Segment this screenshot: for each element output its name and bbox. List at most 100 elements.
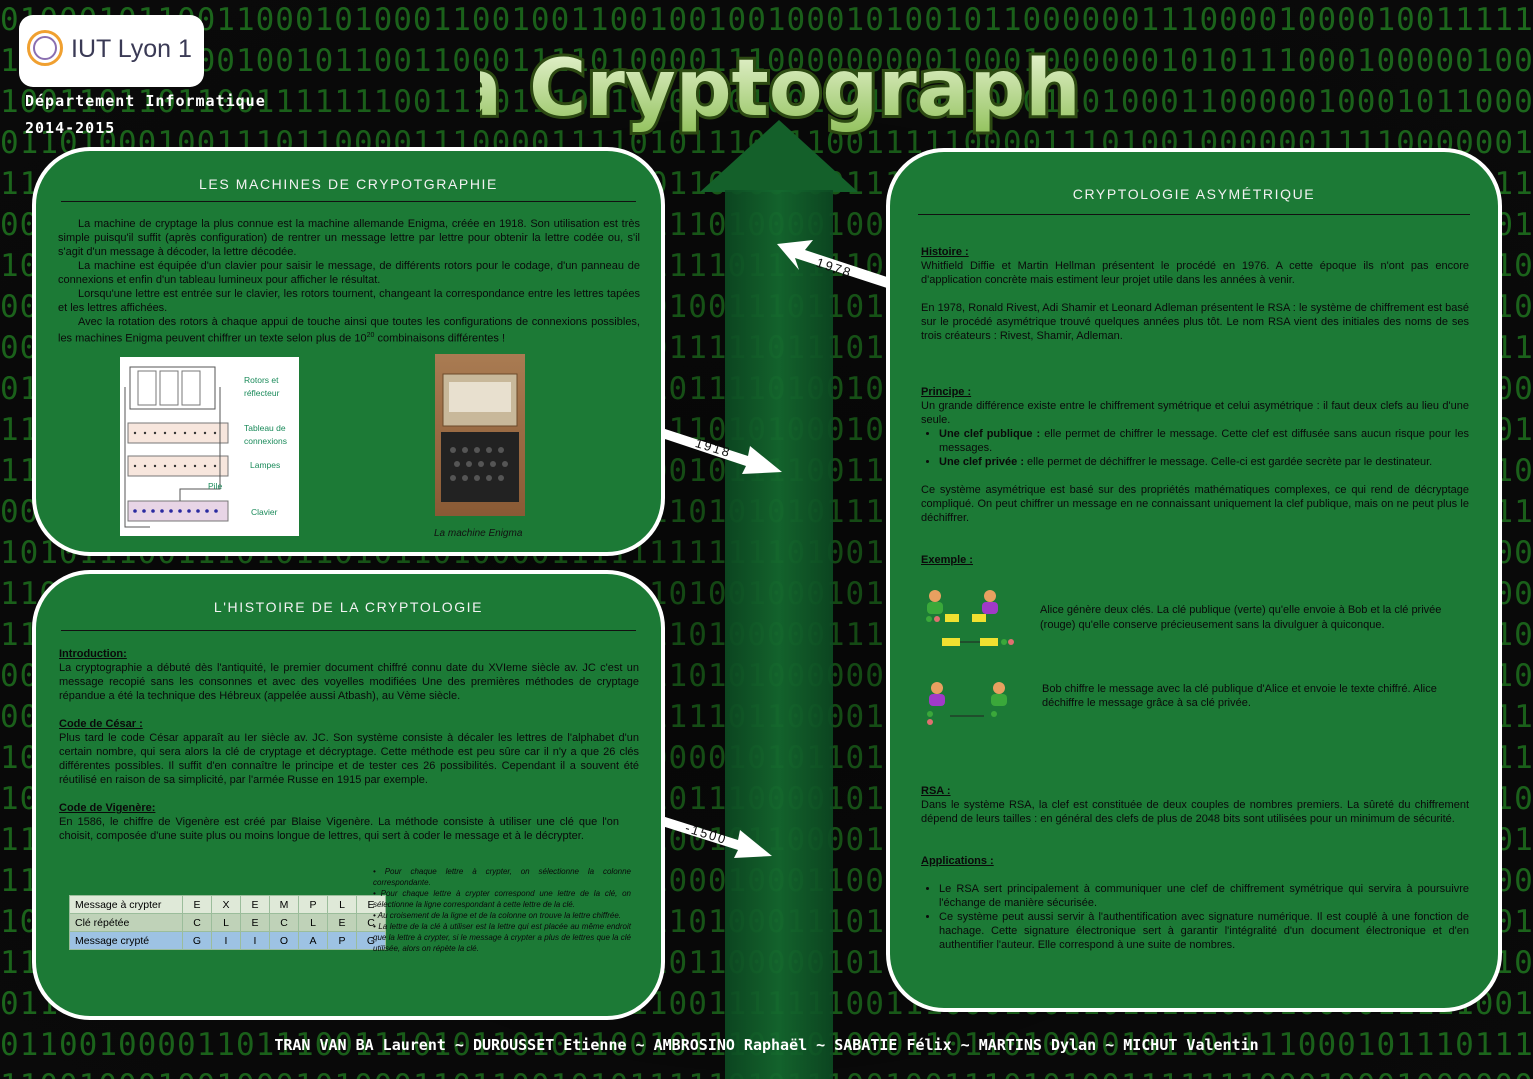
table-row: Message crypté G I I O A P G — [69, 931, 386, 950]
diagram-label-rotors1: Rotors et — [244, 375, 279, 385]
department-label: Département Informatique — [25, 92, 266, 110]
enigma-caption: La machine Enigma — [434, 528, 523, 539]
enigma-diagram: Rotors et réflecteur Tableau de connexio… — [120, 357, 299, 536]
poster-title: La Cryptographie La Cryptographie — [480, 41, 1080, 137]
asym-principe-text: Un grande différence existe entre le chi… — [921, 400, 1469, 426]
table-row-label: Message crypté — [69, 931, 183, 950]
table-row: Message à crypter E X E M P L E — [69, 895, 386, 914]
table-cell: I — [211, 931, 241, 950]
vigenere-notes: • Pour chaque lettre à crypter, on sélec… — [373, 867, 632, 953]
note-item: La lettre de la clé à utiliser est la le… — [373, 922, 631, 953]
diagram-label-tableau2: connexions — [244, 436, 287, 446]
intro-heading: Introduction: — [59, 648, 127, 660]
table-cell: M — [269, 895, 299, 914]
table-cell: I — [240, 931, 270, 950]
arrow-m1500: -1500 — [662, 816, 772, 858]
machines-p4: Avec la rotation des rotors à chaque app… — [58, 315, 640, 346]
enigma-photo-svg — [441, 373, 519, 502]
asym-principe-heading: Principe : — [921, 386, 972, 398]
machines-p1: La machine de cryptage la plus connue es… — [58, 218, 640, 258]
note-item: Pour chaque lettre à crypter, on sélecti… — [373, 867, 631, 887]
list-item: Ce système peut aussi servir à l'authent… — [939, 910, 1469, 952]
table-cell: A — [298, 931, 328, 950]
asym-text: Histoire : Whitfield Diffie et Martin He… — [921, 245, 1469, 567]
table-row-label: Message à crypter — [69, 895, 183, 914]
table-cell: C — [269, 913, 299, 932]
machines-rule — [61, 201, 636, 202]
machines-p2: La machine est équipée d'un clavier pour… — [58, 260, 640, 286]
applications-heading: Applications : — [921, 855, 994, 867]
asym-histoire-heading: Histoire : — [921, 246, 969, 258]
table-cell: L — [298, 913, 328, 932]
table-cell: X — [211, 895, 241, 914]
machines-p3: Lorsqu'une lettre est entrée sur le clav… — [58, 288, 640, 314]
pub-key-label: Une clef publique : — [939, 428, 1041, 440]
list-item: Le RSA sert principalement à communiquer… — [939, 882, 1469, 910]
arrow-1978-label: 1978 — [815, 255, 855, 281]
machines-title: LES MACHINES DE CRYPOTGRAPHIE — [199, 176, 498, 192]
machines-p4-a: Avec la rotation des rotors à chaque app… — [58, 316, 640, 345]
priv-key-text: elle permet de déchiffrer le message. Ce… — [1023, 456, 1433, 468]
histoire-text: Introduction: La cryptographie a débuté … — [59, 647, 639, 843]
table-row: Clé répétée C L E C L E C — [69, 913, 386, 932]
enigma-diagram-svg: Rotors et réflecteur Tableau de connexio… — [124, 366, 287, 528]
iut-logo: IUT Lyon 1 — [19, 15, 204, 87]
panel-asymetrique: CRYPTOLOGIE ASYMÉTRIQUE Histoire : Whitf… — [886, 148, 1502, 1012]
rsa-heading: RSA : — [921, 785, 951, 797]
table-row-label: Clé répétée — [69, 913, 183, 932]
table-cell: P — [298, 895, 328, 914]
enigma-machine-photo — [435, 354, 525, 516]
vigenere-text: En 1586, le chiffre de Vigenère est créé… — [59, 816, 619, 842]
table-cell: E — [182, 895, 212, 914]
histoire-title: L'HISTOIRE DE LA CRYPTOLOGIE — [213, 599, 484, 615]
vigenere-heading: Code de Vigenère: — [59, 802, 156, 814]
diagram-label-tableau1: Tableau de — [244, 423, 286, 433]
table-cell: O — [269, 931, 299, 950]
alice-bob-keys-illustration — [926, 590, 1014, 646]
table-cell: P — [327, 931, 357, 950]
arrow-m1500-label: -1500 — [683, 820, 729, 847]
table-cell: E — [327, 913, 357, 932]
logo-text: IUT Lyon 1 — [71, 35, 192, 63]
diagram-label-lampes: Lampes — [250, 460, 280, 470]
asym-histoire-text1: Whitfield Diffie et Martin Hellman prése… — [921, 260, 1469, 286]
title-text: La Cryptographie — [480, 44, 1080, 134]
asym-principe-text2: Ce système asymétrique est basé sur des … — [921, 484, 1469, 524]
asym-exemple-heading: Exemple : — [921, 554, 973, 566]
table-cell: L — [211, 913, 241, 932]
note-item: Pour chaque lettre à crypter correspond … — [373, 889, 632, 909]
cesar-text: Plus tard le code César apparaît au Ier … — [59, 732, 639, 786]
exemple-text-2: Bob chiffre le message avec la clé publi… — [1042, 683, 1437, 709]
bob-alice-exchange-illustration — [927, 682, 1007, 725]
list-item: Une clef privée : elle permet de déchiff… — [939, 455, 1469, 469]
intro-text: La cryptographie a débuté dès l'antiquit… — [59, 662, 639, 702]
asym-title: CRYPTOLOGIE ASYMÉTRIQUE — [1072, 186, 1316, 202]
key-list: Une clef publique : elle permet de chiff… — [921, 427, 1469, 469]
arrow-1918: 1918 — [662, 428, 782, 474]
diagram-label-rotors2: réflecteur — [244, 388, 280, 398]
vigenere-table: Message à crypter E X E M P L E Clé répé… — [69, 895, 386, 950]
rsa-text: Dans le système RSA, la clef est constit… — [921, 799, 1469, 825]
table-cell: C — [182, 913, 212, 932]
diagram-label-pile: Pile — [208, 481, 222, 491]
note-item: Au croisement de la ligne et de la colon… — [377, 911, 621, 920]
logo-ring-inner-icon — [33, 36, 57, 60]
table-cell: E — [240, 895, 270, 914]
diagram-label-clavier: Clavier — [251, 507, 278, 517]
machines-p4-b: combinaisons différentes ! — [374, 332, 506, 345]
priv-key-label: Une clef privée : — [939, 456, 1024, 468]
arrow-1918-label: 1918 — [693, 435, 733, 460]
asym-rule — [918, 214, 1470, 215]
machines-text: La machine de cryptage la plus connue es… — [58, 217, 640, 346]
year-label: 2014-2015 — [25, 119, 116, 137]
arrow-1978: 1978 — [777, 240, 890, 288]
table-cell: E — [240, 913, 270, 932]
authors-footer: TRAN VAN BA Laurent ~ DUROUSSET Etienne … — [274, 1036, 1259, 1054]
exemple-text-1: Alice génère deux clés. La clé publique … — [1040, 604, 1442, 631]
applications-list: Le RSA sert principalement à communiquer… — [921, 882, 1469, 952]
table-cell: G — [182, 931, 212, 950]
cesar-heading: Code de César : — [59, 718, 143, 730]
asym-rsa-section: RSA : Dans le système RSA, la clef est c… — [921, 784, 1469, 952]
list-item: Une clef publique : elle permet de chiff… — [939, 427, 1469, 455]
table-cell: L — [327, 895, 357, 914]
